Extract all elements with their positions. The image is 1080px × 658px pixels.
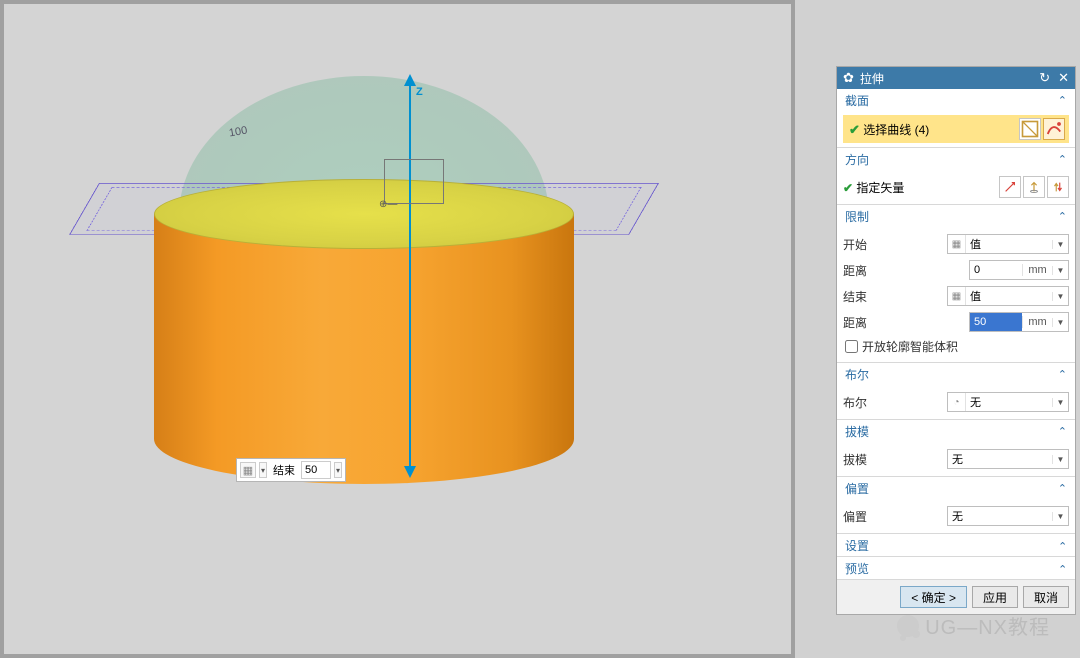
vector-dialog-button[interactable]: [999, 176, 1021, 198]
wechat-icon: [897, 615, 919, 637]
chevron-up-icon: ⌃: [1058, 94, 1067, 107]
cylinder-top-face: [154, 179, 574, 249]
dialog-titlebar[interactable]: ✿ 拉伸 ↻ ✕: [837, 67, 1075, 89]
section-header[interactable]: 偏置 ⌃: [837, 477, 1075, 499]
chevron-down-icon: ▼: [1052, 398, 1068, 407]
chevron-up-icon: ⌃: [1058, 482, 1067, 495]
float-end-label: 结束: [270, 462, 298, 478]
boolean-dropdown[interactable]: ◔ 无 ▼: [947, 392, 1069, 412]
chevron-down-icon[interactable]: ▼: [1052, 318, 1068, 327]
open-profile-checkbox[interactable]: [845, 340, 858, 353]
start-distance-label: 距离: [843, 262, 867, 279]
viewport-3d[interactable]: Z 100 ⊕— ▦ ▾ 结束 ▾: [0, 0, 795, 658]
draft-dropdown[interactable]: 无 ▼: [947, 449, 1069, 469]
section-boolean: 布尔 ⌃ 布尔 ◔ 无 ▼: [837, 363, 1075, 420]
section-settings: 设置 ⌄: [837, 534, 1075, 557]
cube-icon: ▦: [948, 235, 966, 253]
start-label: 开始: [843, 236, 867, 253]
start-distance-input: mm ▼: [969, 260, 1069, 280]
chevron-down-icon: ⌄: [1058, 562, 1067, 575]
z-axis-label: Z: [416, 86, 423, 98]
chevron-up-icon: ⌃: [1058, 153, 1067, 166]
section-header[interactable]: 布尔 ⌃: [837, 363, 1075, 385]
select-curve-row[interactable]: ✔ 选择曲线 (4): [843, 115, 1069, 143]
end-type-dropdown[interactable]: ▦ 值 ▼: [947, 286, 1069, 306]
inferred-vector-button[interactable]: [1023, 176, 1045, 198]
section-header[interactable]: 设置 ⌄: [837, 534, 1075, 556]
arrow-up-icon: [404, 74, 416, 86]
float-value-input[interactable]: [301, 461, 331, 479]
section-header[interactable]: 拔模 ⌃: [837, 420, 1075, 442]
chevron-down-icon: ▼: [1052, 240, 1068, 249]
cube-icon[interactable]: ▦: [240, 462, 256, 478]
extrude-direction-line[interactable]: [409, 82, 411, 472]
chevron-up-icon: ⌃: [1058, 210, 1067, 223]
section-crosssection: 截面 ⌃ ✔ 选择曲线 (4): [837, 89, 1075, 148]
section-header[interactable]: 预览 ⌄: [837, 557, 1075, 579]
section-direction: 方向 ⌃ ✔ 指定矢量: [837, 148, 1075, 205]
start-type-dropdown[interactable]: ▦ 值 ▼: [947, 234, 1069, 254]
cube-icon: ▦: [948, 287, 966, 305]
wcs-triad[interactable]: ⊕—: [379, 199, 397, 210]
ok-button[interactable]: < 确定 >: [900, 586, 967, 608]
chevron-down-icon: ⌄: [1058, 539, 1067, 552]
chevron-up-icon: ⌃: [1058, 425, 1067, 438]
dialog-footer: < 确定 > 应用 取消: [837, 580, 1075, 614]
section-preview: 预览 ⌄: [837, 557, 1075, 580]
chevron-up-icon: ⌃: [1058, 368, 1067, 381]
apply-button[interactable]: 应用: [972, 586, 1018, 608]
dialog-title: 拉伸: [860, 70, 884, 87]
cancel-button[interactable]: 取消: [1023, 586, 1069, 608]
close-icon[interactable]: ✕: [1058, 70, 1069, 86]
chevron-down-icon: ▼: [1052, 512, 1068, 521]
reverse-direction-button[interactable]: [1047, 176, 1069, 198]
section-header[interactable]: 限制 ⌃: [837, 205, 1075, 227]
watermark: UG—NX教程: [897, 611, 1050, 640]
gear-icon: ✿: [843, 70, 854, 86]
extrude-body[interactable]: [154, 184, 574, 504]
section-draft: 拔模 ⌃ 拔模 无 ▼: [837, 420, 1075, 477]
none-icon: ◔: [948, 393, 966, 411]
onscreen-value-input[interactable]: ▦ ▾ 结束 ▾: [236, 458, 346, 482]
section-header[interactable]: 截面 ⌃: [837, 89, 1075, 111]
check-icon: ✔: [843, 181, 853, 195]
dropdown-arrow-icon[interactable]: ▾: [334, 462, 342, 478]
offset-dropdown[interactable]: 无 ▼: [947, 506, 1069, 526]
section-offset: 偏置 ⌃ 偏置 无 ▼: [837, 477, 1075, 534]
section-header[interactable]: 方向 ⌃: [837, 148, 1075, 170]
arrow-down-icon[interactable]: [404, 466, 416, 478]
origin-marker: [384, 159, 444, 204]
chevron-down-icon: ▼: [1052, 292, 1068, 301]
check-icon: ✔: [849, 122, 860, 137]
end-distance-label: 距离: [843, 314, 867, 331]
chevron-down-icon[interactable]: ▼: [1052, 266, 1068, 275]
reset-icon[interactable]: ↻: [1039, 70, 1050, 86]
end-label: 结束: [843, 288, 867, 305]
chevron-down-icon: ▼: [1052, 455, 1068, 464]
dropdown-arrow-icon[interactable]: ▾: [259, 462, 267, 478]
section-limits: 限制 ⌃ 开始 ▦ 值 ▼ 距离 mm ▼ 结束: [837, 205, 1075, 363]
cylinder-side: [154, 214, 574, 484]
sketch-section-button[interactable]: [1019, 118, 1041, 140]
extrude-dialog: ✿ 拉伸 ↻ ✕ 截面 ⌃ ✔ 选择曲线 (4) 方向 ⌃: [836, 66, 1076, 615]
end-distance-input: mm ▼: [969, 312, 1069, 332]
curve-rule-button[interactable]: [1043, 118, 1065, 140]
